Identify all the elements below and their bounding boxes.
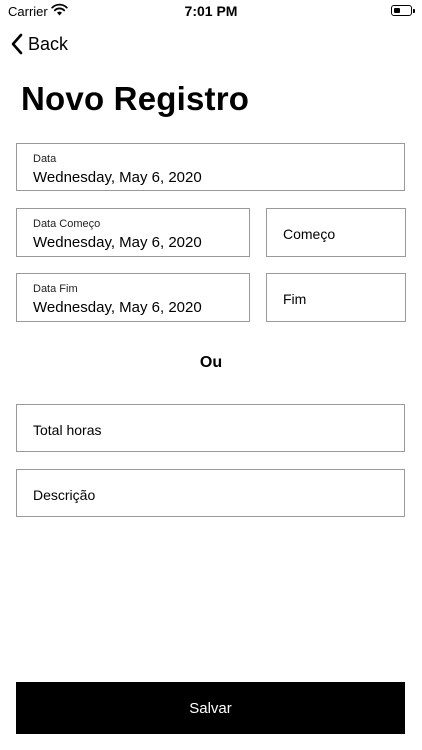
end-date-field-value: Wednesday, May 6, 2020 xyxy=(33,299,202,316)
page-title: Novo Registro xyxy=(21,80,250,117)
total-hours-placeholder: Total horas xyxy=(33,422,102,438)
clock-time: 7:01 PM xyxy=(184,3,238,19)
end-date-field[interactable]: Data Fim Wednesday, May 6, 2020 xyxy=(16,273,250,322)
description-field[interactable]: Descrição xyxy=(16,469,405,517)
date-field-value: Wednesday, May 6, 2020 xyxy=(33,169,202,186)
battery-icon xyxy=(391,5,415,16)
date-field-label: Data xyxy=(33,153,57,165)
end-time-placeholder: Fim xyxy=(283,291,307,307)
back-label: Back xyxy=(28,33,69,54)
chevron-left-icon xyxy=(11,33,23,55)
total-hours-field[interactable]: Total horas xyxy=(16,404,405,452)
date-field[interactable]: Data Wednesday, May 6, 2020 xyxy=(16,143,405,191)
start-time-field[interactable]: Começo xyxy=(266,208,406,257)
or-separator: Ou xyxy=(199,354,223,371)
start-date-field-label: Data Começo xyxy=(33,218,101,230)
start-date-field-value: Wednesday, May 6, 2020 xyxy=(33,234,202,251)
end-time-field[interactable]: Fim xyxy=(266,273,406,322)
start-date-field[interactable]: Data Começo Wednesday, May 6, 2020 xyxy=(16,208,250,257)
status-bar: Carrier 7:01 PM xyxy=(0,0,422,22)
back-button[interactable]: Back xyxy=(10,31,68,57)
save-button[interactable]: Salvar xyxy=(16,682,405,734)
start-time-placeholder: Começo xyxy=(283,226,336,242)
description-placeholder: Descrição xyxy=(33,487,96,503)
end-date-field-label: Data Fim xyxy=(33,283,78,295)
